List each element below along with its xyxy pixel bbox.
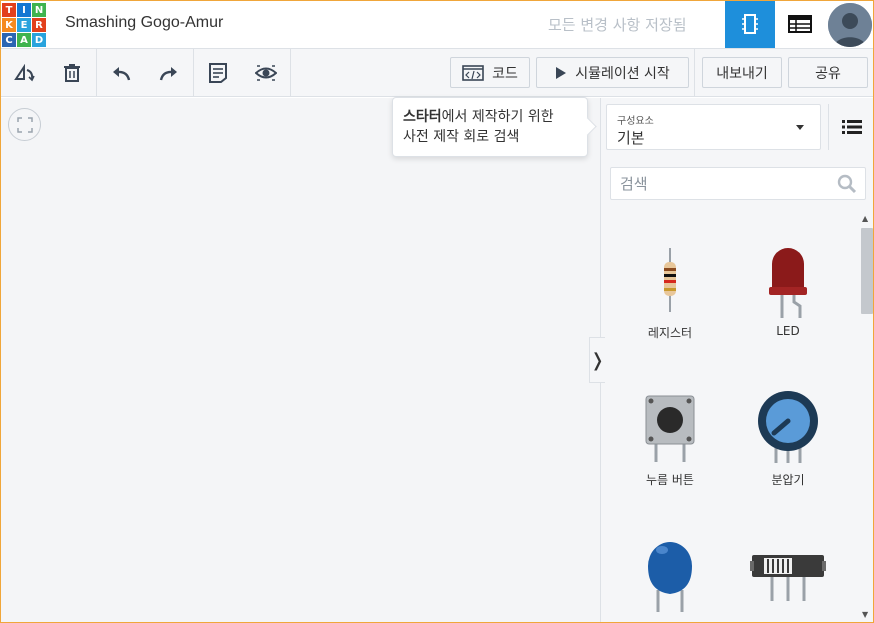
component-search — [610, 167, 866, 200]
starters-tooltip: 스타터에서 제작하기 위한 사전 제작 회로 검색 — [392, 97, 588, 157]
table-icon — [788, 15, 812, 33]
share-label: 공유 — [815, 65, 841, 82]
eye-icon — [255, 65, 277, 81]
logo-letter: C — [2, 33, 16, 47]
chevron-right-icon: ❭ — [589, 349, 606, 371]
logo-letter: E — [17, 18, 31, 32]
start-simulation-button[interactable]: 시뮬레이션 시작 — [536, 57, 689, 88]
tinkercad-logo[interactable]: T I N K E R C A D — [2, 3, 46, 47]
code-icon — [462, 64, 484, 81]
toolbar-divider — [694, 49, 695, 97]
code-button[interactable]: 코드 — [450, 57, 530, 88]
note-icon — [209, 63, 227, 83]
logo-letter: N — [32, 3, 46, 17]
tooltip-bold: 스타터 — [403, 109, 442, 125]
undo-icon — [113, 67, 131, 81]
fit-view-button[interactable] — [8, 108, 41, 141]
user-avatar[interactable] — [828, 3, 872, 47]
collapse-panel-button[interactable]: ❭ — [589, 337, 605, 383]
scroll-thumb[interactable] — [861, 228, 873, 314]
component-resistor[interactable]: 레지스터 — [615, 240, 725, 341]
toolbar-divider — [290, 49, 291, 97]
workplane-canvas[interactable] — [0, 98, 600, 623]
scroll-up-icon[interactable]: ▲ — [862, 214, 868, 223]
export-label: 내보내기 — [716, 65, 768, 82]
logo-letter: A — [17, 33, 31, 47]
dropdown-value: 기본 — [617, 129, 645, 147]
delete-button[interactable] — [48, 49, 96, 97]
component-potentiometer[interactable]: 분압기 — [733, 387, 843, 488]
tooltip-line2: 사전 제작 회로 검색 — [403, 129, 520, 145]
component-led[interactable]: LED — [733, 240, 843, 338]
export-button[interactable]: 내보내기 — [702, 57, 782, 88]
component-category-dropdown[interactable]: 구성요소 기본 — [606, 104, 821, 150]
component-capacitor[interactable] — [615, 533, 725, 613]
list-icon — [841, 120, 862, 134]
component-pushbutton[interactable]: 누름 버튼 — [615, 387, 725, 488]
simulate-label: 시뮬레이션 시작 — [575, 65, 670, 82]
slide-switch-icon — [750, 555, 826, 601]
scroll-down-icon[interactable]: ▼ — [862, 610, 868, 619]
redo-icon — [159, 67, 177, 81]
pushbutton-icon — [645, 395, 695, 462]
logo-letter: R — [32, 18, 46, 32]
rotate-button[interactable] — [0, 49, 48, 97]
user-icon — [828, 3, 872, 47]
save-status: 모든 변경 사항 저장됨 — [548, 16, 687, 34]
resistor-icon — [664, 248, 676, 312]
tooltip-line1: 에서 제작하기 위한 — [441, 109, 554, 125]
logo-letter: K — [2, 18, 16, 32]
capacitor-icon — [648, 542, 692, 612]
rotate-icon — [14, 64, 35, 82]
logo-letter: D — [32, 33, 46, 47]
component-label: 레지스터 — [647, 326, 693, 340]
logo-letter: T — [2, 3, 16, 17]
potentiometer-icon — [758, 391, 818, 463]
fit-view-icon — [16, 116, 33, 133]
component-list-view-button[interactable] — [775, 0, 825, 48]
design-title[interactable]: Smashing Gogo-Amur — [65, 14, 223, 32]
notes-button[interactable] — [194, 49, 242, 97]
search-icon[interactable] — [837, 174, 857, 198]
trash-icon — [64, 64, 80, 82]
circuit-view-button[interactable] — [725, 0, 775, 48]
caret-down-icon — [796, 125, 804, 130]
component-label: LED — [776, 324, 800, 338]
chip-icon — [742, 14, 758, 34]
component-slide-switch[interactable] — [733, 533, 843, 613]
dropdown-label: 구성요소 — [617, 116, 654, 127]
toolbar: 코드 시뮬레이션 시작 내보내기 공유 — [0, 49, 874, 97]
component-label: 누름 버튼 — [646, 473, 694, 487]
component-label: 분압기 — [771, 473, 805, 487]
redo-button[interactable] — [145, 49, 193, 97]
panel-scrollbar[interactable]: ▲ ▼ — [861, 214, 873, 619]
play-icon — [556, 66, 567, 79]
share-button[interactable]: 공유 — [788, 57, 868, 88]
visibility-button[interactable] — [242, 49, 290, 97]
list-view-toggle[interactable] — [828, 104, 874, 150]
search-input[interactable] — [611, 168, 831, 199]
undo-button[interactable] — [97, 49, 145, 97]
logo-letter: I — [17, 3, 31, 17]
header: T I N K E R C A D Smashing Gogo-Amur 모든 … — [0, 0, 874, 49]
led-icon — [769, 248, 807, 318]
code-label: 코드 — [492, 65, 518, 82]
